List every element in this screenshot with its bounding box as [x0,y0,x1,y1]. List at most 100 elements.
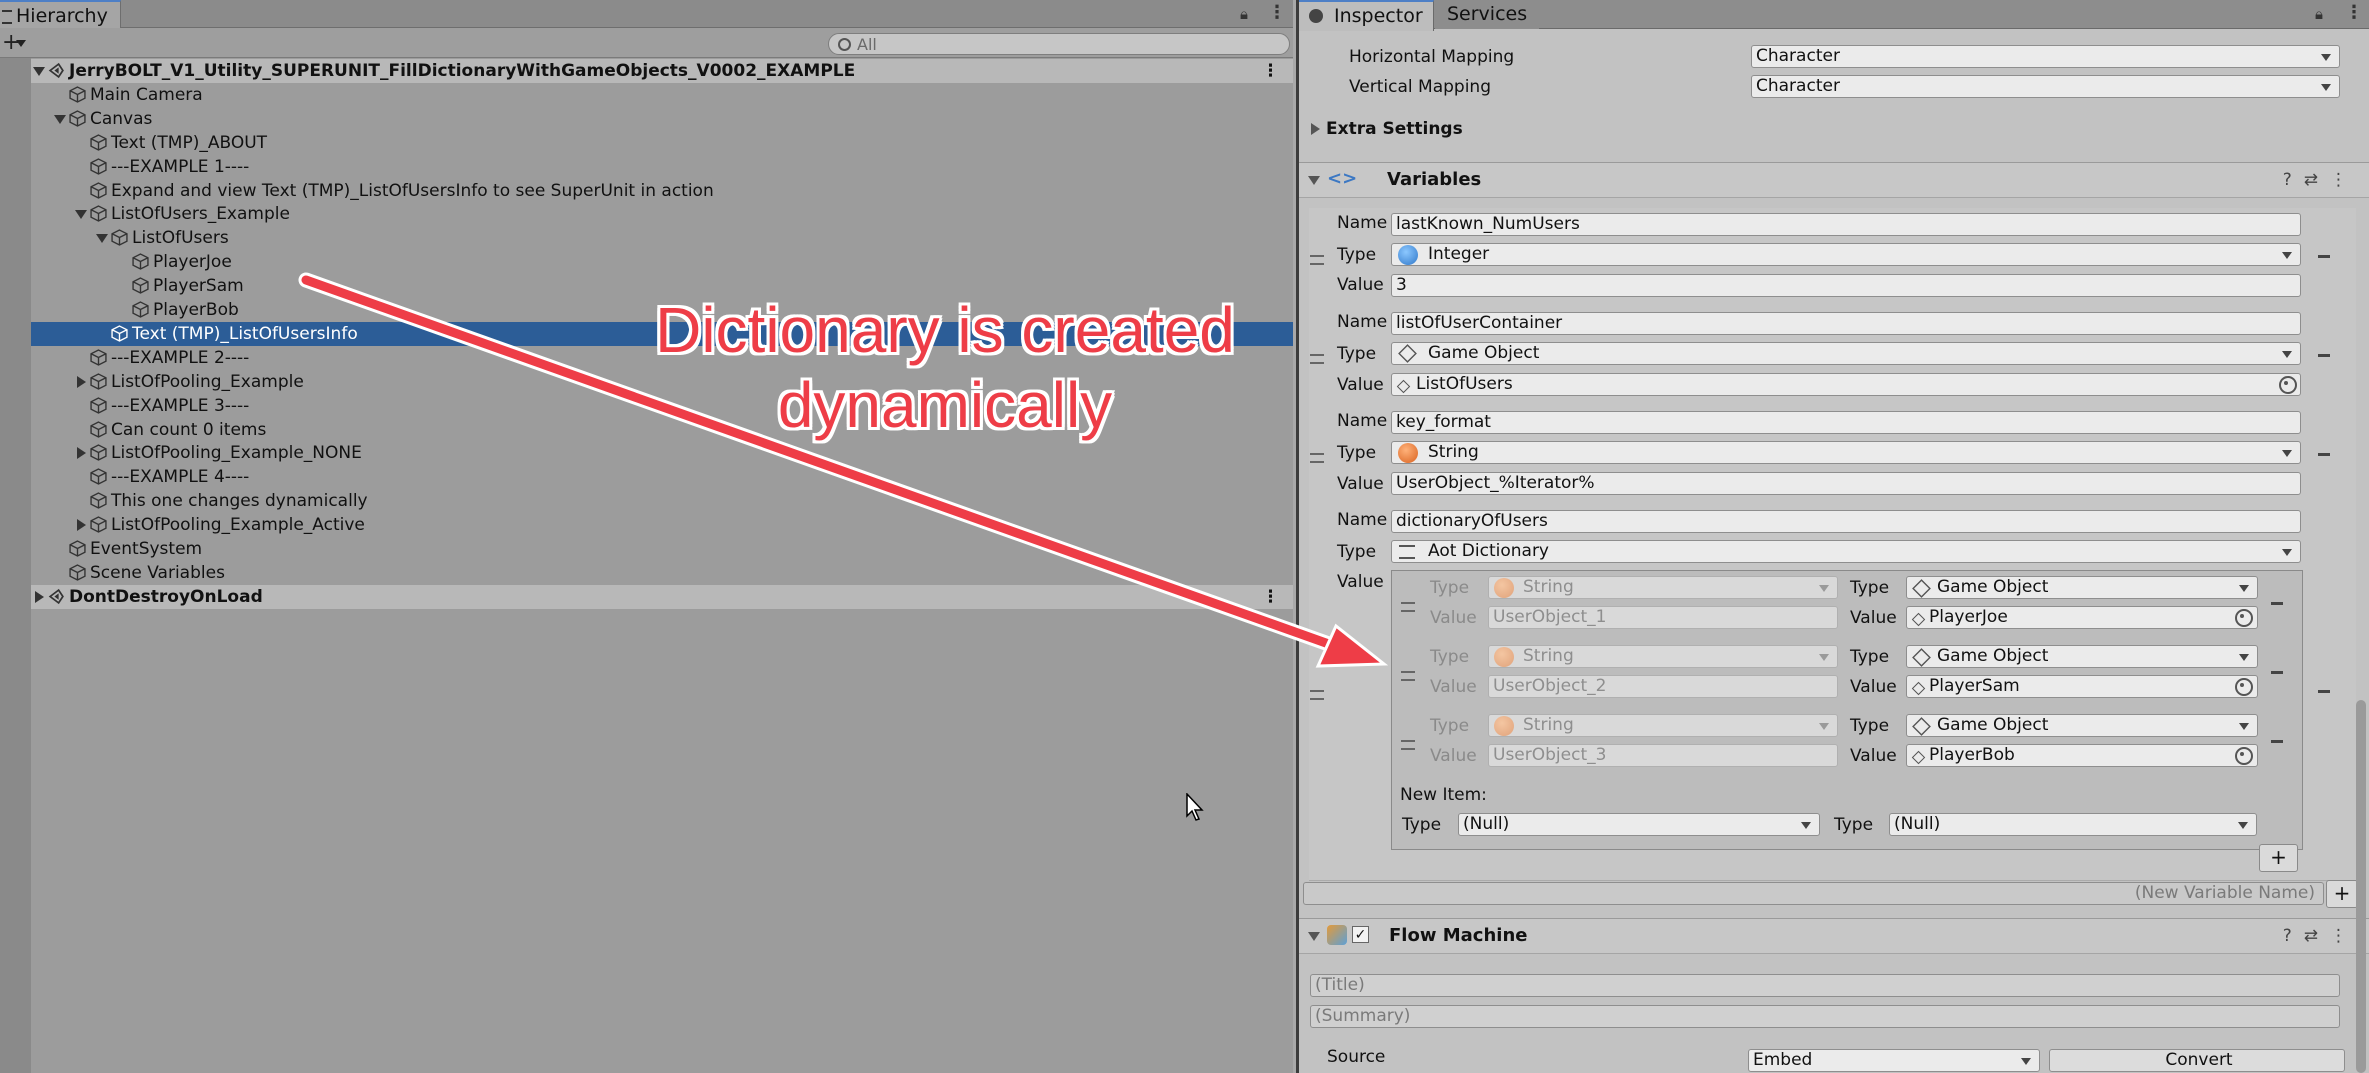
hierarchy-item[interactable]: This one changes dynamically [31,489,1293,513]
value-type-select[interactable]: Game Object [1906,645,2258,668]
key-value-input[interactable]: UserObject_1 [1488,606,1838,629]
lock-icon[interactable]: 🔒︎ [1240,5,1248,23]
source-select[interactable]: Embed [1748,1049,2040,1072]
drag-handle-icon[interactable] [1310,690,1324,700]
hierarchy-item[interactable]: ListOfUsers [31,226,1293,250]
drag-handle-icon[interactable] [1401,602,1415,612]
value-object-field[interactable]: PlayerJoe [1906,606,2258,629]
component-header-icons[interactable]: ?⇄⋮ [2283,926,2359,946]
hierarchy-item[interactable]: Text (TMP)_ABOUT [31,131,1293,155]
hierarchy-item[interactable]: ListOfPooling_Example_Active [31,513,1293,537]
collapsed-arrow-icon[interactable] [77,519,86,532]
enabled-checkbox[interactable]: ✓ [1352,926,1369,943]
hierarchy-item[interactable]: Main Camera [31,83,1293,107]
drag-handle-icon[interactable] [1401,671,1415,681]
tab-hierarchy[interactable]: Hierarchy [0,0,121,29]
variables-component-header[interactable]: <> Variables ?⇄⋮ [1299,162,2369,198]
variable-type-select[interactable]: String [1391,441,2301,464]
collapsed-arrow-icon[interactable] [77,375,86,388]
remove-entry-icon[interactable] [2271,671,2283,674]
add-variable-button[interactable]: + [2326,880,2358,908]
extra-settings-foldout[interactable]: Extra Settings [1326,119,1463,139]
vertical-mapping-select[interactable]: Character [1751,75,2340,98]
flow-title-input[interactable]: (Title) [1310,974,2340,997]
hierarchy-scene-row[interactable]: DontDestroyOnLoad ⋮ [31,584,1293,609]
collapse-arrow-icon[interactable] [1308,932,1320,941]
scene-menu-icon[interactable]: ⋮ [1262,585,1279,609]
flow-machine-component-header[interactable]: ✓ Flow Machine ?⇄⋮ [1299,918,2369,954]
variable-value-input[interactable]: UserObject_%Iterator% [1391,472,2301,495]
expand-arrow-icon[interactable] [75,210,87,220]
tab-services[interactable]: Services [1435,0,1539,29]
remove-variable-icon[interactable] [2318,690,2330,693]
collapsed-arrow-icon[interactable] [77,447,86,460]
hierarchy-item[interactable]: ---EXAMPLE 4---- [31,465,1293,489]
hierarchy-item[interactable]: ListOfPooling_Example_NONE [31,441,1293,465]
extra-settings-expander-icon[interactable] [1311,123,1320,135]
value-object-field[interactable]: PlayerSam [1906,675,2258,698]
hierarchy-item[interactable]: Scene Variables [31,561,1293,585]
collapsed-arrow-icon[interactable] [35,590,44,603]
object-picker-icon[interactable] [2279,376,2297,394]
variable-object-field[interactable]: ListOfUsers [1391,373,2301,396]
key-type-select[interactable]: String [1488,714,1838,737]
component-header-icons[interactable]: ?⇄⋮ [2283,170,2359,190]
scene-menu-icon[interactable]: ⋮ [1262,59,1279,83]
expand-arrow-icon[interactable] [33,67,45,76]
variable-name-input[interactable]: dictionaryOfUsers [1391,510,2301,533]
key-type-select[interactable]: String [1488,576,1838,599]
object-picker-icon[interactable] [2235,678,2253,696]
string-type-icon [1494,647,1514,667]
new-value-type-select[interactable]: (Null) [1889,813,2257,836]
expand-arrow-icon[interactable] [96,234,108,244]
string-type-icon [1494,578,1514,598]
hierarchy-item[interactable]: Canvas [31,107,1293,131]
hierarchy-item[interactable]: ---EXAMPLE 1---- [31,155,1293,179]
hierarchy-item[interactable]: PlayerJoe [31,250,1293,274]
gameobject-cube-icon [90,181,107,199]
key-value-input[interactable]: UserObject_3 [1488,744,1838,767]
remove-variable-icon[interactable] [2318,354,2330,357]
remove-entry-icon[interactable] [2271,740,2283,743]
create-dropdown-icon[interactable] [16,40,26,47]
new-key-type-select[interactable]: (Null) [1458,813,1820,836]
drag-handle-icon[interactable] [1310,255,1324,265]
convert-button[interactable]: Convert [2049,1049,2345,1072]
remove-variable-icon[interactable] [2318,453,2330,456]
hierarchy-item[interactable]: EventSystem [31,537,1293,561]
new-variable-name-input[interactable]: (New Variable Name) [1303,882,2324,905]
collapse-arrow-icon[interactable] [1308,176,1320,185]
drag-handle-icon[interactable] [1401,740,1415,750]
value-object-field[interactable]: PlayerBob [1906,744,2258,767]
value-type-select[interactable]: Game Object [1906,576,2258,599]
tab-inspector[interactable]: Inspector [1299,0,1434,31]
hierarchy-item[interactable]: Expand and view Text (TMP)_ListOfUsersIn… [31,179,1293,203]
variable-type-select[interactable]: Aot Dictionary [1391,540,2301,563]
flow-summary-input[interactable]: (Summary) [1310,1005,2340,1028]
add-dictionary-item-button[interactable]: + [2259,844,2298,872]
inspector-scrollbar[interactable] [2356,700,2366,1073]
variable-name-input[interactable]: lastKnown_NumUsers [1391,213,2301,236]
panel-menu-icon[interactable]: ⋮ [1268,2,1286,23]
key-type-select[interactable]: String [1488,645,1838,668]
drag-handle-icon[interactable] [1310,453,1324,463]
expand-arrow-icon[interactable] [54,114,66,124]
remove-entry-icon[interactable] [2271,602,2283,605]
lock-icon[interactable]: 🔒︎ [2315,5,2323,23]
variable-value-input[interactable]: 3 [1391,274,2301,297]
panel-menu-icon[interactable]: ⋮ [2345,2,2363,23]
variable-name-input[interactable]: key_format [1391,411,2301,434]
horizontal-mapping-select[interactable]: Character [1751,45,2340,68]
hierarchy-search-input[interactable]: All [828,33,1290,55]
key-value-input[interactable]: UserObject_2 [1488,675,1838,698]
object-picker-icon[interactable] [2235,609,2253,627]
hierarchy-item[interactable]: ListOfUsers_Example [31,202,1293,226]
object-picker-icon[interactable] [2235,747,2253,765]
value-type-select[interactable]: Game Object [1906,714,2258,737]
remove-variable-icon[interactable] [2318,255,2330,258]
variable-name-input[interactable]: listOfUserContainer [1391,312,2301,335]
variable-type-select[interactable]: Integer [1391,243,2301,266]
drag-handle-icon[interactable] [1310,354,1324,364]
hierarchy-scene-row[interactable]: JerryBOLT_V1_Utility_SUPERUNIT_FillDicti… [31,59,1293,83]
variable-type-select[interactable]: Game Object [1391,342,2301,365]
